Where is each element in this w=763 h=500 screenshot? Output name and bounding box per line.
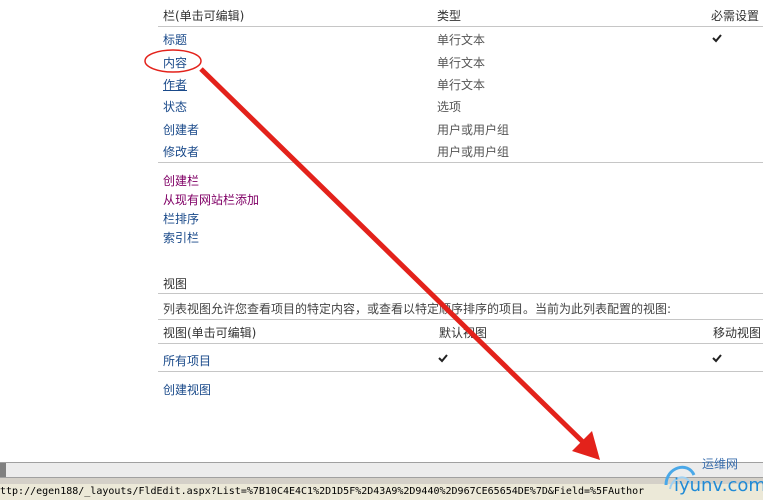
scrollbar-thumb[interactable] xyxy=(0,463,6,477)
annotation-arrow-line xyxy=(199,67,588,447)
status-url: ttp://egen188/_layouts/FldEdit.aspx?List… xyxy=(0,484,763,500)
horizontal-scrollbar[interactable] xyxy=(0,462,763,478)
annotation-overlay xyxy=(144,49,645,498)
watermark-text-cn: 运维网 xyxy=(702,457,739,471)
annotation-circle-content xyxy=(144,49,202,73)
watermark-text-domain: iyunv.com xyxy=(674,475,763,496)
browser-status-bar: ttp://egen188/_layouts/FldEdit.aspx?List… xyxy=(0,462,763,500)
watermark-logo: 运维网 iyunv.com xyxy=(660,453,763,500)
